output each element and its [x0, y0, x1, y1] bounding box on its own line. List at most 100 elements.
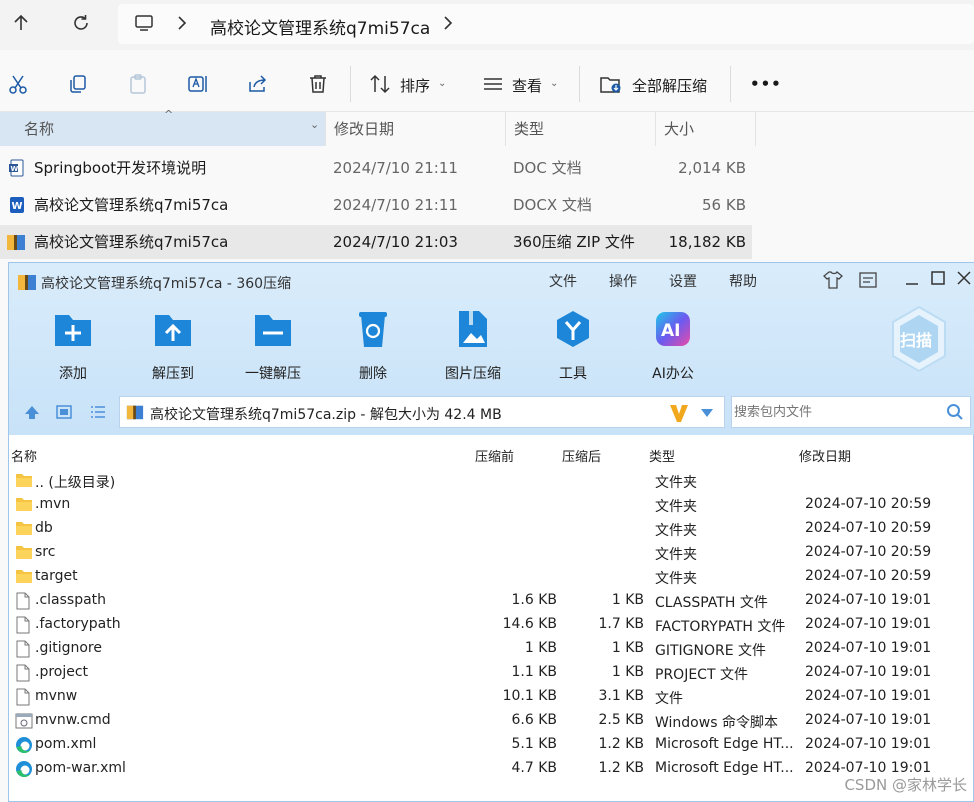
add-button[interactable]: 添加	[33, 309, 113, 383]
zip-window-header: 高校论文管理系统q7mi57ca - 360压缩 文件 操作 设置 帮助 添加	[9, 263, 974, 435]
dropdown-arrow-icon[interactable]	[700, 408, 714, 418]
column-size[interactable]: 大小	[656, 112, 756, 146]
search-icon[interactable]	[946, 403, 964, 421]
one-click-extract-button[interactable]: 一键解压	[233, 309, 313, 383]
column-date[interactable]: 修改日期	[799, 446, 851, 465]
extract-folder-icon[interactable]	[599, 72, 623, 96]
archive-list-header: 名称 压缩前 压缩后 类型 修改日期	[9, 443, 974, 467]
list-item[interactable]: mvnw.cmd 6.6 KB 2.5 KB Windows 命令脚本 2024-07-…	[9, 709, 974, 733]
ai-office-icon: AI	[653, 309, 693, 349]
folder-icon	[15, 520, 33, 538]
list-item[interactable]: .mvn 文件夹 2024-07-10 20:59	[9, 493, 974, 517]
separator	[579, 66, 580, 102]
search-box[interactable]	[731, 396, 971, 428]
list-item[interactable]: db 文件夹 2024-07-10 20:59	[9, 517, 974, 541]
column-name[interactable]: 名称	[11, 446, 37, 465]
word-docx-icon: W	[8, 196, 26, 214]
view-button[interactable]: 查看	[512, 75, 542, 96]
chevron-down-icon[interactable]: ⌄	[550, 78, 558, 89]
one-click-extract-icon	[253, 309, 293, 349]
v-logo-icon[interactable]	[668, 402, 690, 424]
sort-button[interactable]: 排序	[400, 75, 430, 96]
column-date[interactable]: 修改日期	[326, 112, 506, 146]
list-item[interactable]: target 文件夹 2024-07-10 20:59	[9, 565, 974, 589]
folder-icon	[15, 544, 33, 562]
tools-icon	[553, 309, 593, 349]
column-before-size[interactable]: 压缩前	[475, 446, 514, 465]
chevron-right-icon[interactable]	[176, 15, 188, 31]
list-view-icon[interactable]	[89, 403, 107, 421]
refresh-icon[interactable]	[68, 10, 94, 36]
list-item[interactable]: src 文件夹 2024-07-10 20:59	[9, 541, 974, 565]
search-input[interactable]	[734, 401, 934, 423]
feedback-icon[interactable]	[859, 272, 877, 288]
file-row[interactable]: W 高校论文管理系统q7mi57ca 2024/7/10 21:11 DOCX …	[0, 188, 752, 222]
column-name[interactable]: 名称	[0, 112, 326, 146]
zip-app-icon	[17, 272, 37, 292]
chevron-down-icon[interactable]: ⌄	[438, 78, 446, 89]
close-icon[interactable]	[957, 271, 971, 285]
list-item[interactable]: .. (上级目录) 文件夹	[9, 469, 974, 493]
watermark: CSDN @家林学长	[844, 776, 967, 794]
list-item[interactable]: .classpath 1.6 KB 1 KB CLASSPATH 文件 2024-07-…	[9, 589, 974, 613]
file-row[interactable]: 高校论文管理系统q7mi57ca 2024/7/10 21:03 360压缩 Z…	[0, 225, 752, 259]
view-icon[interactable]	[481, 72, 505, 96]
list-item[interactable]: mvnw 10.1 KB 3.1 KB 文件 2024-07-10 19:01	[9, 685, 974, 709]
rename-icon[interactable]	[186, 72, 210, 96]
tools-button[interactable]: 工具	[533, 309, 613, 383]
window-title: 高校论文管理系统q7mi57ca - 360压缩	[41, 276, 292, 292]
column-after-size[interactable]: 压缩后	[562, 446, 601, 465]
scan-button[interactable]: 扫描	[889, 305, 949, 375]
up-level-icon[interactable]	[23, 403, 41, 421]
chevron-right-icon[interactable]	[442, 15, 454, 31]
archive-path-bar[interactable]: 高校论文管理系统q7mi57ca.zip - 解包大小为 42.4 MB	[119, 396, 725, 428]
menu-operate[interactable]: 操作	[609, 271, 637, 291]
list-item[interactable]: .factorypath 14.6 KB 1.7 KB FACTORYPATH 文件 2…	[9, 613, 974, 637]
zip-window: 高校论文管理系统q7mi57ca - 360压缩 文件 操作 设置 帮助 添加	[8, 262, 974, 802]
folder-icon	[15, 472, 33, 490]
file-icon	[15, 688, 33, 706]
column-type[interactable]: 类型	[649, 446, 675, 465]
share-icon[interactable]	[246, 72, 270, 96]
list-item[interactable]: .project 1.1 KB 1 KB PROJECT 文件 2024-07-10 1…	[9, 661, 974, 685]
file-icon	[15, 616, 33, 634]
archive-path-text: 高校论文管理系统q7mi57ca.zip - 解包大小为 42.4 MB	[150, 407, 502, 423]
zip-archive-icon	[126, 403, 144, 421]
list-item[interactable]: .gitignore 1 KB 1 KB GITIGNORE 文件 2024-07-10…	[9, 637, 974, 661]
file-row[interactable]: W Springboot开发环境说明 2024/7/10 21:11 DOC 文…	[0, 151, 752, 185]
more-options-button[interactable]: •••	[750, 75, 782, 93]
edge-icon	[15, 760, 33, 778]
delete-icon[interactable]	[306, 72, 330, 96]
image-compress-button[interactable]: 图片压缩	[433, 309, 513, 383]
address-bar[interactable]: 高校论文管理系统q7mi57ca	[118, 4, 974, 44]
menu-file[interactable]: 文件	[549, 271, 577, 291]
list-item[interactable]: pom-war.xml 4.7 KB 1.2 KB Microsoft Edge HT…	[9, 757, 974, 781]
back-arrow-icon[interactable]	[8, 10, 34, 36]
ai-office-button[interactable]: AI AI办公	[633, 309, 713, 383]
extract-to-button[interactable]: 解压到	[133, 309, 213, 383]
extract-to-icon	[153, 309, 193, 349]
edge-icon	[15, 736, 33, 754]
maximize-icon[interactable]	[931, 271, 945, 285]
extract-all-button[interactable]: 全部解压缩	[632, 75, 707, 96]
zip-archive-icon	[6, 232, 26, 252]
chevron-down-icon[interactable]: ⌄	[310, 118, 319, 131]
file-list-header: 名称 ^ ⌄ 修改日期 类型 大小	[0, 108, 974, 146]
menu-settings[interactable]: 设置	[669, 271, 697, 291]
computer-icon	[134, 13, 154, 33]
paste-icon[interactable]	[126, 72, 150, 96]
recycle-bin-icon	[353, 309, 393, 349]
skin-shirt-icon[interactable]	[823, 271, 843, 289]
copy-icon[interactable]	[66, 72, 90, 96]
file-icon	[15, 640, 33, 658]
minimize-icon[interactable]	[905, 272, 919, 286]
menu-help[interactable]: 帮助	[729, 271, 757, 291]
column-type[interactable]: 类型	[506, 112, 656, 146]
delete-button[interactable]: 删除	[333, 309, 413, 383]
list-item[interactable]: pom.xml 5.1 KB 1.2 KB Microsoft Edge HT... 2…	[9, 733, 974, 757]
cut-icon[interactable]	[6, 72, 30, 96]
sort-icon[interactable]	[368, 72, 392, 96]
thumbnail-view-icon[interactable]	[55, 403, 73, 421]
file-icon	[15, 664, 33, 682]
breadcrumb[interactable]: 高校论文管理系统q7mi57ca	[210, 14, 430, 39]
